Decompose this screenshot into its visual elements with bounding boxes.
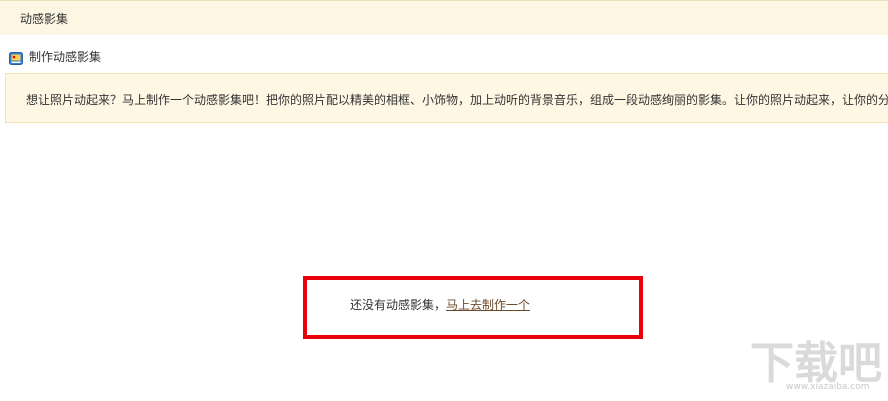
- notice-text: 想让照片动起来？马上制作一个动感影集吧！把你的照片配以精美的相框、小饰物，加上动…: [26, 93, 888, 107]
- page-title: 动感影集: [20, 12, 69, 26]
- create-album-heading[interactable]: 制作动感影集: [9, 47, 101, 65]
- empty-state-message: 还没有动感影集，: [350, 298, 447, 312]
- header-bar: 动感影集: [0, 0, 888, 35]
- watermark-url: www.xiazaiba.com: [786, 382, 870, 392]
- photo-album-icon: [9, 50, 23, 65]
- info-notice: 想让照片动起来？马上制作一个动感影集吧！把你的照片配以精美的相框、小饰物，加上动…: [5, 73, 888, 123]
- create-album-link[interactable]: 马上去制作一个: [446, 298, 530, 312]
- empty-state: 还没有动感影集，马上去制作一个: [350, 296, 530, 313]
- page: 动感影集 制作动感影集 想让照片动起来？马上制作一个动感影集吧！把你的照片配以精…: [0, 0, 888, 401]
- create-album-label: 制作动感影集: [29, 49, 102, 64]
